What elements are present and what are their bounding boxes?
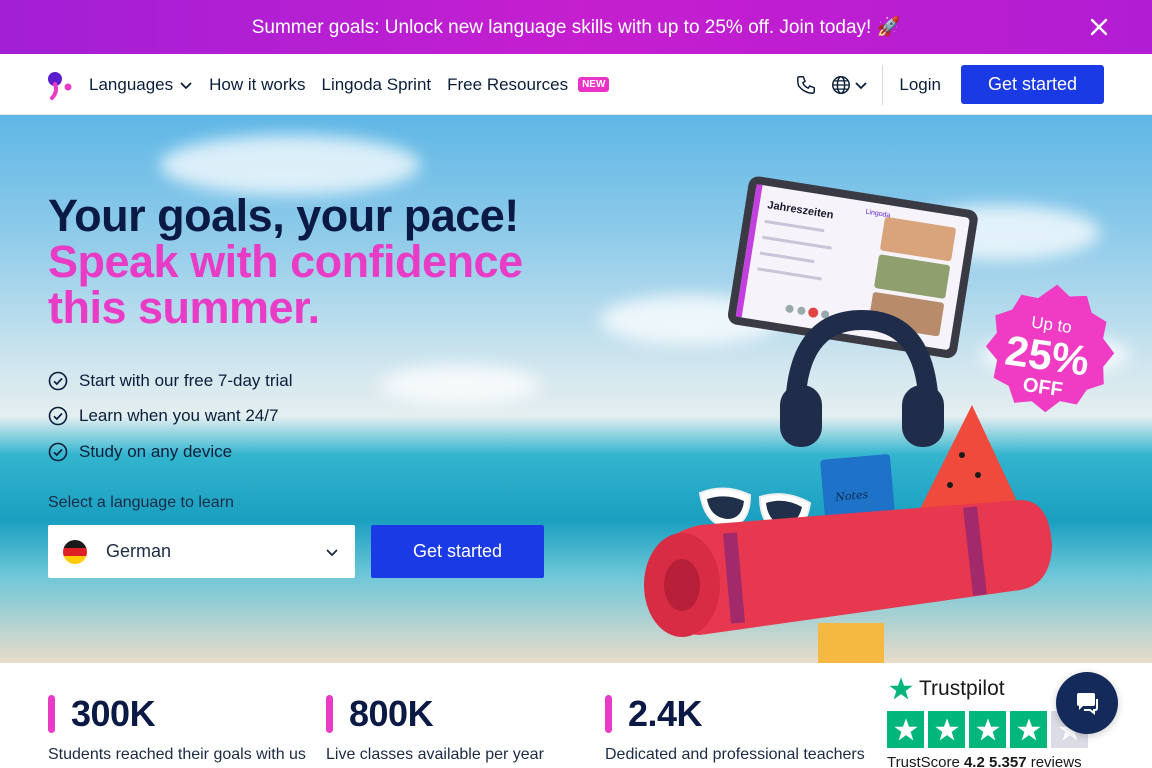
tablet-image: Jahreszeiten Lingoda xyxy=(727,176,978,359)
cloud xyxy=(160,135,420,195)
language-select[interactable]: German xyxy=(48,525,355,578)
nav-free-resources[interactable]: Free Resources NEW xyxy=(447,74,610,95)
globe-icon xyxy=(832,75,851,94)
chevron-down-icon xyxy=(180,81,192,89)
feature-text: Learn when you want 24/7 xyxy=(79,406,279,426)
discount-badge: Up to 25% OFF xyxy=(985,284,1115,413)
trustpilot-brand: Trustpilot xyxy=(919,677,1005,700)
selected-language: German xyxy=(106,541,172,561)
nav-actions: Login Get started xyxy=(794,54,1104,115)
feature-text: Study on any device xyxy=(79,441,233,461)
nav-divider xyxy=(882,64,884,105)
stat-description: Students reached their goals with us xyxy=(48,746,306,763)
cup-image xyxy=(818,623,884,663)
top-nav: Languages How it works Lingoda Sprint Fr… xyxy=(0,54,1152,115)
phone-icon[interactable] xyxy=(794,73,818,97)
close-icon[interactable] xyxy=(1086,14,1112,40)
stat-description: Dedicated and professional teachers xyxy=(605,746,865,763)
chat-button[interactable] xyxy=(1056,672,1118,734)
trustpilot-score: TrustScore 4.2 5.357 reviews xyxy=(887,754,1082,768)
select-language-label: Select a language to learn xyxy=(48,494,234,511)
stat-accent-bar xyxy=(48,695,55,733)
feature-list: Start with our free 7-day trial Learn wh… xyxy=(48,363,293,470)
feature-item: Study on any device xyxy=(48,434,293,470)
rating-star-icon xyxy=(1010,711,1047,748)
check-circle-icon xyxy=(48,442,68,462)
german-flag-icon xyxy=(63,539,87,564)
nav-free-resources-label: Free Resources xyxy=(447,74,569,94)
reviews-count: 5.357 xyxy=(989,754,1027,768)
check-circle-icon xyxy=(48,406,68,426)
chevron-down-icon xyxy=(326,548,338,556)
trustscore-label: TrustScore xyxy=(887,754,960,768)
trustpilot-logo: Trustpilot xyxy=(887,675,1005,703)
stat-description: Live classes available per year xyxy=(326,746,544,763)
reviews-label: reviews xyxy=(1030,754,1082,768)
chevron-down-icon xyxy=(855,81,868,89)
stat-accent-bar xyxy=(605,695,612,733)
login-link[interactable]: Login xyxy=(899,75,941,95)
trustscore-value: 4.2 xyxy=(963,754,985,768)
feature-item: Start with our free 7-day trial xyxy=(48,363,293,399)
rating-star-icon xyxy=(928,711,965,748)
check-circle-icon xyxy=(48,371,68,391)
nav-get-started-button[interactable]: Get started xyxy=(961,65,1104,104)
headline-line-1: Your goals, your pace! xyxy=(48,190,519,241)
nav-how-it-works[interactable]: How it works xyxy=(209,75,305,95)
yoga-mat-image xyxy=(644,500,1052,637)
language-switcher[interactable] xyxy=(830,74,868,96)
trustpilot-star-icon xyxy=(889,677,913,700)
nav-lingoda-sprint-label: Lingoda Sprint xyxy=(321,74,432,94)
feature-item: Learn when you want 24/7 xyxy=(48,399,293,435)
stats-section: 300K Students reached their goals with u… xyxy=(0,663,1152,768)
headline-line-2: Speak with confidence this summer. xyxy=(48,236,523,333)
hero-section: Your goals, your pace! Speak with confid… xyxy=(0,115,1152,663)
feature-text: Start with our free 7-day trial xyxy=(79,370,293,390)
rating-star-icon xyxy=(969,711,1006,748)
nav-languages-label: Languages xyxy=(89,74,174,94)
stat-value: 300K xyxy=(71,693,156,734)
rating-star-icon xyxy=(887,711,924,748)
promo-text: Summer goals: Unlock new language skills… xyxy=(251,17,901,38)
stat-accent-bar xyxy=(326,695,333,733)
lingoda-logo[interactable] xyxy=(46,70,76,100)
trustpilot-rating xyxy=(887,711,1088,748)
promo-banner: Summer goals: Unlock new language skills… xyxy=(0,0,1152,54)
nav-how-it-works-label: How it works xyxy=(209,74,306,94)
hero-illustration: Jahreszeiten Lingoda Notes Up to 25% OFF xyxy=(644,176,1115,663)
cloud xyxy=(380,365,540,405)
nav-links: Languages How it works Lingoda Sprint Fr… xyxy=(89,54,610,115)
chat-bubble-icon xyxy=(1077,693,1098,715)
new-badge: NEW xyxy=(578,77,610,92)
stat-value: 2.4K xyxy=(628,693,703,734)
trustpilot-widget[interactable]: Trustpilot TrustScore 4.2 5.357 reviews xyxy=(887,675,1088,768)
hero-headline: Your goals, your pace! Speak with confid… xyxy=(48,193,588,331)
nav-lingoda-sprint[interactable]: Lingoda Sprint xyxy=(322,75,432,95)
stat-value: 800K xyxy=(349,693,434,734)
hero-get-started-button[interactable]: Get started xyxy=(371,525,544,578)
nav-languages[interactable]: Languages xyxy=(89,75,193,95)
